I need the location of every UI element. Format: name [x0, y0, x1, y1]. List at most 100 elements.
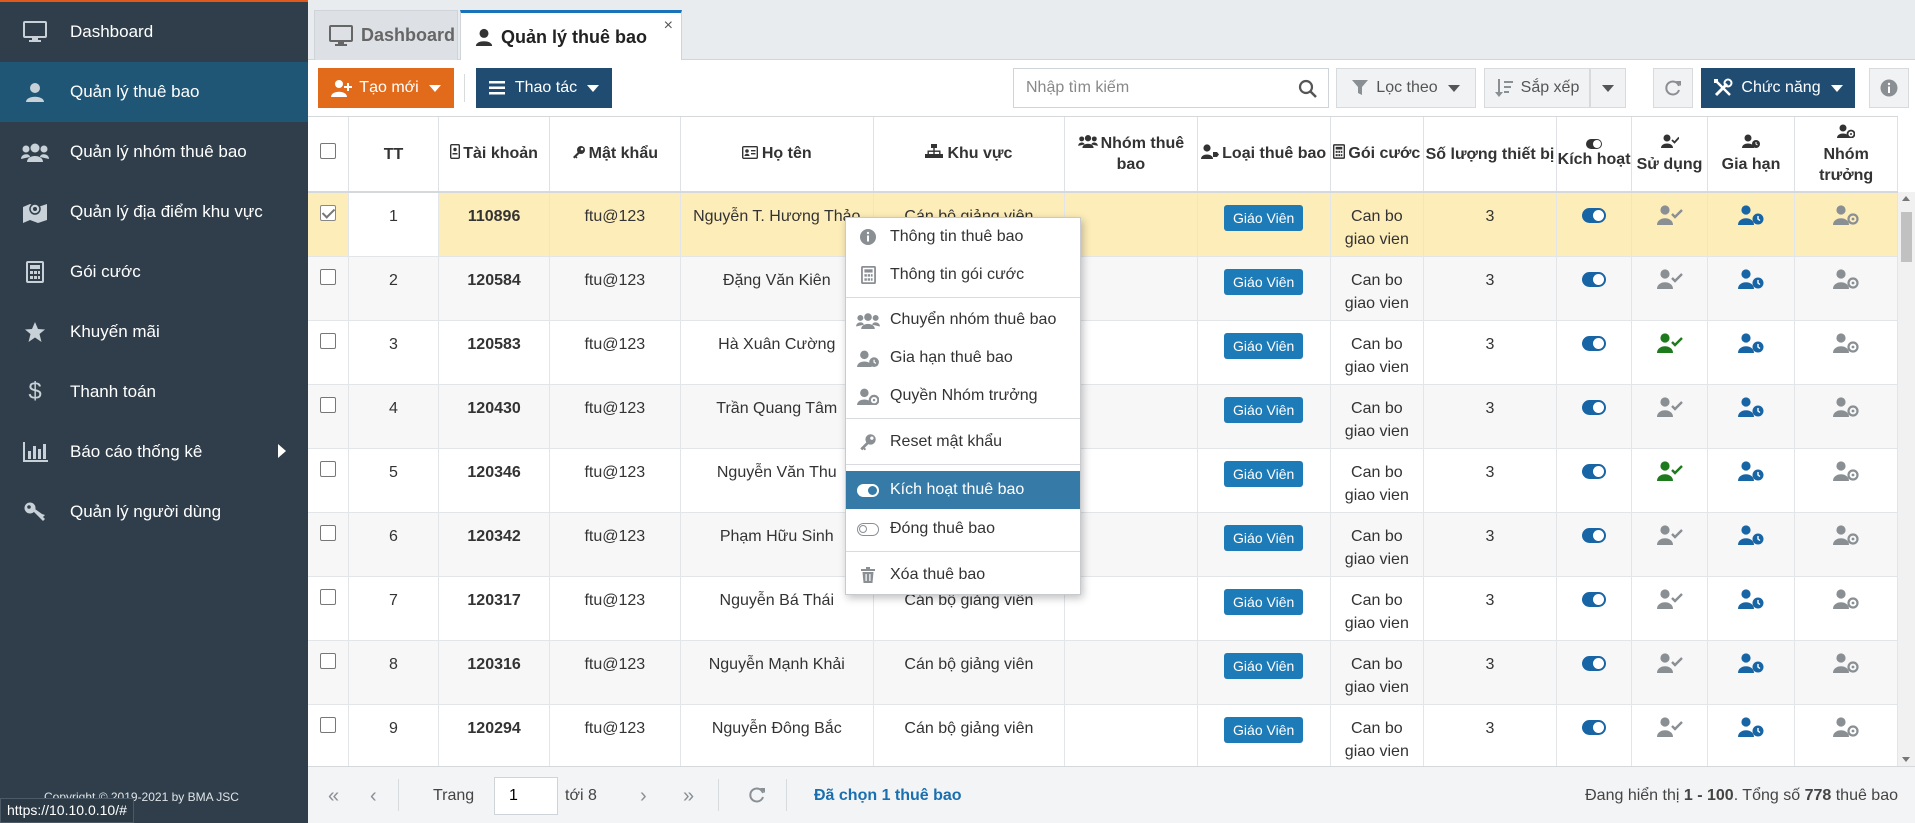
sort-button[interactable]: Sắp xếp: [1484, 68, 1590, 108]
row-checkbox[interactable]: [319, 332, 336, 349]
row-checkbox[interactable]: [319, 205, 336, 221]
menu-item-renew[interactable]: Gia hạn thuê bao: [846, 339, 1080, 377]
header-renew[interactable]: Gia hạn: [1707, 117, 1796, 193]
user-cog-icon[interactable]: [1833, 460, 1859, 485]
menu-item-delete[interactable]: Xóa thuê bao: [846, 556, 1080, 594]
tab-subscribers[interactable]: Quản lý thuê bao ×: [460, 10, 682, 61]
header-type[interactable]: Loại thuê bao: [1197, 117, 1331, 193]
user-cog-icon[interactable]: [1833, 205, 1859, 229]
user-check-icon[interactable]: [1656, 716, 1683, 741]
user-check-icon[interactable]: [1656, 205, 1683, 229]
table-row[interactable]: 7 120317 ftu@123 Nguyễn Bá Thái Cán bộ giảng…: [308, 576, 1898, 641]
user-cog-icon[interactable]: [1833, 268, 1859, 293]
menu-item-subscriber-info[interactable]: Thông tin thuê bao: [846, 218, 1080, 256]
user-cog-icon[interactable]: [1833, 332, 1859, 357]
vertical-scrollbar[interactable]: [1898, 192, 1915, 766]
first-page-icon[interactable]: «: [328, 785, 339, 808]
menu-item-close[interactable]: Đóng thuê bao: [846, 510, 1080, 548]
table-row[interactable]: 6120342ftu@123Phạm Hữu SinhCán bộ giảng …: [308, 512, 1898, 577]
header-plan[interactable]: Gói cước: [1330, 117, 1425, 193]
activate-toggle[interactable]: [1582, 527, 1607, 543]
tab-dashboard[interactable]: Dashboard: [314, 10, 458, 60]
page-number-input[interactable]: [494, 777, 558, 815]
scroll-down-icon[interactable]: [1902, 757, 1910, 762]
menu-item-plan-info[interactable]: Thông tin gói cước: [846, 256, 1080, 294]
user-clock-icon[interactable]: [1738, 460, 1764, 485]
table-row[interactable]: 1110896ftu@123Nguyễn T. Hương ThảoCán bộ…: [308, 192, 1898, 257]
header-use[interactable]: Sử dụng: [1631, 117, 1708, 193]
header-devices[interactable]: Số lượng thiết bị: [1423, 117, 1557, 193]
header-fullname[interactable]: Họ tên: [680, 117, 874, 193]
header-password[interactable]: Mật khẩu: [549, 117, 681, 193]
row-checkbox[interactable]: [319, 652, 336, 669]
last-page-icon[interactable]: »: [683, 785, 694, 808]
row-checkbox[interactable]: [319, 268, 336, 285]
user-cog-icon[interactable]: [1833, 588, 1859, 613]
sidebar-item-plans[interactable]: Gói cước: [0, 242, 308, 302]
user-check-icon[interactable]: [1656, 460, 1683, 485]
activate-toggle[interactable]: [1582, 591, 1607, 607]
activate-toggle[interactable]: [1582, 719, 1607, 735]
user-cog-icon[interactable]: [1833, 716, 1859, 741]
header-leader[interactable]: Nhóm trưởng: [1794, 117, 1898, 193]
sidebar-item-subscribers[interactable]: Quản lý thuê bao: [0, 62, 308, 122]
activate-toggle[interactable]: [1582, 271, 1607, 287]
row-checkbox[interactable]: [319, 396, 336, 413]
row-checkbox[interactable]: [319, 588, 336, 605]
user-cog-icon[interactable]: [1833, 396, 1859, 421]
scrollbar-thumb[interactable]: [1901, 212, 1912, 262]
menu-item-leader-rights[interactable]: Quyền Nhóm trưởng: [846, 377, 1080, 415]
menu-item-change-group[interactable]: Chuyển nhóm thuê bao: [846, 301, 1080, 339]
header-region[interactable]: Khu vực: [873, 117, 1065, 193]
user-clock-icon[interactable]: [1738, 652, 1764, 677]
filter-button[interactable]: Lọc theo: [1336, 68, 1476, 108]
table-row[interactable]: 3120583ftu@123Hà Xuân CườngCán bộ giảng …: [308, 320, 1898, 385]
functions-button[interactable]: Chức năng: [1701, 68, 1855, 108]
menu-item-reset-password[interactable]: Reset mật khẩu: [846, 423, 1080, 461]
user-check-icon[interactable]: [1656, 524, 1683, 549]
user-check-icon[interactable]: [1656, 652, 1683, 677]
activate-toggle[interactable]: [1582, 399, 1607, 415]
row-checkbox[interactable]: [319, 524, 336, 541]
scroll-up-icon[interactable]: [1902, 196, 1910, 201]
search-input[interactable]: [1026, 79, 1286, 97]
user-check-icon[interactable]: [1656, 588, 1683, 613]
user-clock-icon[interactable]: [1738, 588, 1764, 613]
user-clock-icon[interactable]: [1738, 268, 1764, 293]
table-row[interactable]: 9 120294 ftu@123 Nguyễn Đông Bắc Cán bộ giản…: [308, 704, 1898, 766]
header-group[interactable]: Nhóm thuê bao: [1064, 117, 1198, 193]
table-row[interactable]: 4120430ftu@123Trần Quang TâmCán bộ giảng…: [308, 384, 1898, 449]
sidebar-item-reports[interactable]: Báo cáo thống kê: [0, 422, 308, 482]
table-row[interactable]: 5120346ftu@123Nguyễn Văn ThuCán bộ giảng…: [308, 448, 1898, 513]
header-activate[interactable]: Kích hoạt: [1556, 117, 1633, 193]
user-clock-icon[interactable]: [1738, 332, 1764, 357]
sort-dropdown-button[interactable]: [1590, 68, 1626, 108]
user-check-icon[interactable]: [1656, 332, 1683, 357]
table-row[interactable]: 2120584ftu@123Đặng Văn KiênCán bộ giảng …: [308, 256, 1898, 321]
row-checkbox[interactable]: [319, 460, 336, 477]
activate-toggle[interactable]: [1582, 335, 1607, 351]
create-new-button[interactable]: Tạo mới: [318, 68, 454, 108]
select-all-checkbox[interactable]: [319, 143, 336, 159]
next-page-icon[interactable]: ›: [640, 785, 647, 808]
actions-button[interactable]: Thao tác: [476, 68, 612, 108]
sidebar-item-subscriber-groups[interactable]: Quản lý nhóm thuê bao: [0, 122, 308, 182]
user-check-icon[interactable]: [1656, 268, 1683, 293]
activate-toggle[interactable]: [1582, 463, 1607, 479]
refresh-button[interactable]: [1653, 68, 1693, 108]
table-row[interactable]: 8 120316 ftu@123 Nguyễn Mạnh Khải Cán bộ giả…: [308, 640, 1898, 705]
sidebar-item-locations[interactable]: Quản lý địa điểm khu vực: [0, 182, 308, 242]
user-check-icon[interactable]: [1656, 396, 1683, 421]
info-button[interactable]: [1869, 68, 1909, 108]
user-cog-icon[interactable]: [1833, 524, 1859, 549]
user-clock-icon[interactable]: [1738, 396, 1764, 421]
sidebar-item-promotions[interactable]: Khuyến mãi: [0, 302, 308, 362]
sidebar-item-users[interactable]: Quản lý người dùng: [0, 482, 308, 542]
menu-item-activate[interactable]: Kích hoạt thuê bao: [846, 471, 1080, 509]
prev-page-icon[interactable]: ‹: [370, 785, 377, 808]
sidebar-item-payments[interactable]: $ Thanh toán: [0, 362, 308, 422]
activate-toggle[interactable]: [1582, 655, 1607, 671]
header-tt[interactable]: TT: [348, 117, 440, 193]
user-cog-icon[interactable]: [1833, 652, 1859, 677]
user-clock-icon[interactable]: [1738, 716, 1764, 741]
